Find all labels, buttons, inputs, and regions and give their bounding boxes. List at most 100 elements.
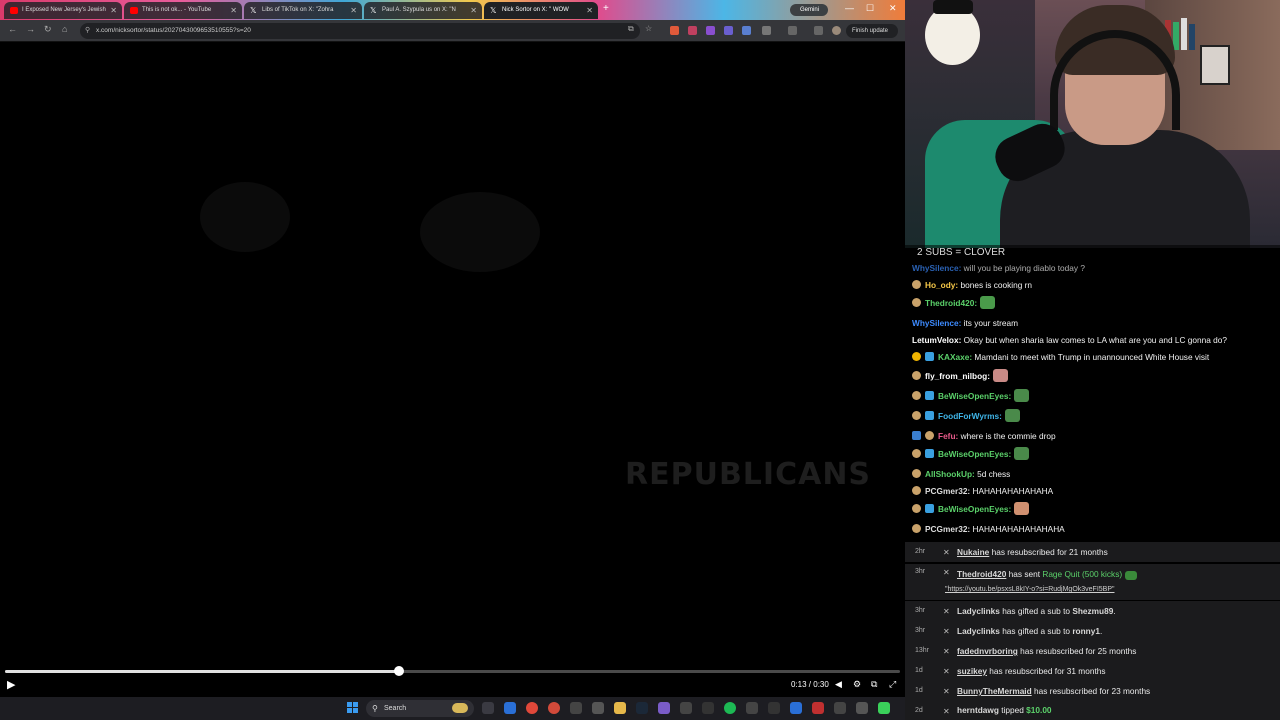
close-icon[interactable]: ✕ bbox=[230, 2, 237, 19]
chat-message: LetumVelox: Okay but when sharia law com… bbox=[912, 333, 1227, 347]
maximize-icon[interactable]: ☐ bbox=[866, 3, 874, 14]
close-icon[interactable]: ✕ bbox=[470, 2, 477, 19]
app-icon[interactable] bbox=[702, 702, 714, 714]
close-window-icon[interactable]: ✕ bbox=[889, 3, 897, 14]
extension-icon[interactable] bbox=[706, 26, 715, 35]
chat-message: BeWiseOpenEyes: bbox=[912, 389, 1030, 403]
sub-badge-icon bbox=[925, 504, 934, 513]
extension-icon[interactable] bbox=[724, 26, 733, 35]
app-icon[interactable] bbox=[878, 702, 890, 714]
event-text: suzikey has resubscribed for 31 months bbox=[957, 661, 1106, 681]
app-icon[interactable] bbox=[812, 702, 824, 714]
video-progress-bar[interactable] bbox=[5, 666, 900, 676]
gemini-button[interactable]: Gemini bbox=[790, 4, 828, 16]
chat-username[interactable]: PCGmer32: bbox=[925, 524, 970, 534]
video-scrubber-handle[interactable] bbox=[393, 666, 404, 676]
event-username[interactable]: Ladyclinks bbox=[957, 626, 1000, 636]
chat-username[interactable]: Thedroid420: bbox=[925, 298, 977, 308]
app-icon[interactable] bbox=[834, 702, 846, 714]
close-icon[interactable]: ✕ bbox=[110, 2, 117, 19]
taskbar-search[interactable]: ⚲ Search bbox=[366, 700, 474, 717]
webcam-plush-toy bbox=[925, 5, 980, 65]
chat-text: 5d chess bbox=[974, 469, 1011, 479]
app-icon[interactable] bbox=[658, 702, 670, 714]
chrome-icon[interactable] bbox=[526, 702, 538, 714]
event-username[interactable]: herntdawg bbox=[957, 705, 999, 715]
event-time: 3hr bbox=[915, 607, 926, 614]
reload-icon[interactable]: ↻ bbox=[44, 24, 52, 35]
chat-username[interactable]: AllShookUp: bbox=[925, 469, 975, 479]
app-icon[interactable] bbox=[790, 702, 802, 714]
finish-update-button[interactable]: Finish update bbox=[846, 24, 898, 38]
tab-3[interactable]: 𝕏 Libs of TikTok on X: "Zohra ✕ bbox=[244, 2, 362, 19]
settings-gear-icon[interactable]: ⚙ bbox=[853, 679, 861, 690]
windows-start-icon[interactable] bbox=[347, 702, 359, 714]
extension-icon[interactable] bbox=[688, 26, 697, 35]
chrome-icon[interactable] bbox=[548, 702, 560, 714]
volume-icon[interactable]: ◀ bbox=[835, 679, 842, 690]
event-recipient[interactable]: Shezmu89 bbox=[1072, 606, 1113, 616]
close-icon[interactable]: ✕ bbox=[586, 2, 593, 19]
chat-username[interactable]: KAXaxe: bbox=[938, 352, 972, 362]
new-tab-button[interactable]: + bbox=[603, 3, 609, 14]
event-username[interactable]: BunnyTheMermaid bbox=[957, 686, 1032, 696]
app-icon[interactable] bbox=[856, 702, 868, 714]
event-username[interactable]: Nukaine bbox=[957, 547, 989, 557]
tab-4[interactable]: 𝕏 Paul A. Szypula us on X: "N ✕ bbox=[364, 2, 482, 19]
video-player[interactable]: REPUBLICANS ▶ 0:13 / 0:30 ◀ ⚙ ⧉ ⤢ bbox=[0, 42, 905, 697]
bookmark-star-icon[interactable]: ☆ bbox=[645, 24, 652, 33]
extension-icon[interactable] bbox=[742, 26, 751, 35]
chat-username[interactable]: WhySilence: bbox=[912, 318, 961, 328]
extensions-puzzle-icon[interactable] bbox=[762, 26, 771, 35]
chat-username[interactable]: fly_from_nilbog: bbox=[925, 371, 990, 381]
home-icon[interactable]: ⌂ bbox=[62, 24, 67, 34]
app-icon[interactable] bbox=[592, 702, 604, 714]
chat-username[interactable]: PCGmer32: bbox=[925, 486, 970, 496]
chat-username[interactable]: Ho_ody: bbox=[925, 280, 958, 290]
split-view-icon[interactable] bbox=[788, 26, 797, 35]
minimize-icon[interactable]: — bbox=[845, 3, 854, 13]
event-punctuation: . bbox=[1113, 606, 1116, 616]
fullscreen-icon[interactable]: ⤢ bbox=[889, 679, 896, 690]
back-icon[interactable]: ← bbox=[8, 24, 17, 34]
edge-icon[interactable] bbox=[504, 702, 516, 714]
profile-avatar-icon[interactable] bbox=[832, 26, 841, 35]
chat-username[interactable]: LetumVelox: bbox=[912, 335, 961, 345]
event-username[interactable]: suzikey bbox=[957, 666, 987, 676]
install-icon[interactable]: ⧉ bbox=[628, 24, 634, 34]
event-description: has sent bbox=[1006, 569, 1043, 579]
chat-username[interactable]: BeWiseOpenEyes: bbox=[938, 391, 1011, 401]
chat-username[interactable]: BeWiseOpenEyes: bbox=[938, 449, 1011, 459]
chat-username[interactable]: FoodForWyrms: bbox=[938, 411, 1002, 421]
obs-icon[interactable] bbox=[746, 702, 758, 714]
tab-2[interactable]: This is not ok... - YouTube ✕ bbox=[124, 2, 242, 19]
chat-username[interactable]: WhySilence: bbox=[912, 263, 961, 273]
event-row: 1d ✕ BunnyTheMermaid has resubscribed fo… bbox=[905, 681, 1280, 701]
play-icon[interactable]: ▶ bbox=[7, 678, 15, 691]
event-recipient[interactable]: ronny1 bbox=[1072, 626, 1100, 636]
tab-1[interactable]: I Exposed New Jersey's Jewish ✕ bbox=[4, 2, 122, 19]
url-field[interactable]: ⚲ x.com/nicksortor/status/20270430096535… bbox=[80, 23, 640, 39]
event-link[interactable]: "https://youtu.be/psxsL8kIY-o?si=RudjMgO… bbox=[945, 586, 1115, 593]
chat-username[interactable]: BeWiseOpenEyes: bbox=[938, 504, 1011, 514]
event-username[interactable]: Ladyclinks bbox=[957, 606, 1000, 616]
tab-5-active[interactable]: 𝕏 Nick Sortor on X: " WOW ✕ bbox=[484, 2, 598, 19]
file-explorer-icon[interactable] bbox=[614, 702, 626, 714]
steam-icon[interactable] bbox=[636, 702, 648, 714]
tab-5-title: Nick Sortor on X: " WOW bbox=[502, 7, 569, 13]
extension-icon[interactable] bbox=[670, 26, 679, 35]
spotify-icon[interactable] bbox=[724, 702, 736, 714]
app-icon[interactable] bbox=[768, 702, 780, 714]
app-icon[interactable] bbox=[680, 702, 692, 714]
close-icon[interactable]: ✕ bbox=[350, 2, 357, 19]
event-username[interactable]: fadednvrboring bbox=[957, 646, 1018, 656]
forward-icon[interactable]: → bbox=[26, 24, 35, 34]
site-info-icon[interactable]: ⚲ bbox=[85, 23, 90, 39]
x-logo-icon: 𝕏 bbox=[370, 6, 377, 15]
app-icon[interactable] bbox=[570, 702, 582, 714]
task-view-icon[interactable] bbox=[482, 702, 494, 714]
chat-username[interactable]: Fefu: bbox=[938, 431, 958, 441]
downloads-icon[interactable] bbox=[814, 26, 823, 35]
picture-in-picture-icon[interactable]: ⧉ bbox=[871, 679, 877, 690]
event-username[interactable]: Thedroid420 bbox=[957, 569, 1006, 579]
